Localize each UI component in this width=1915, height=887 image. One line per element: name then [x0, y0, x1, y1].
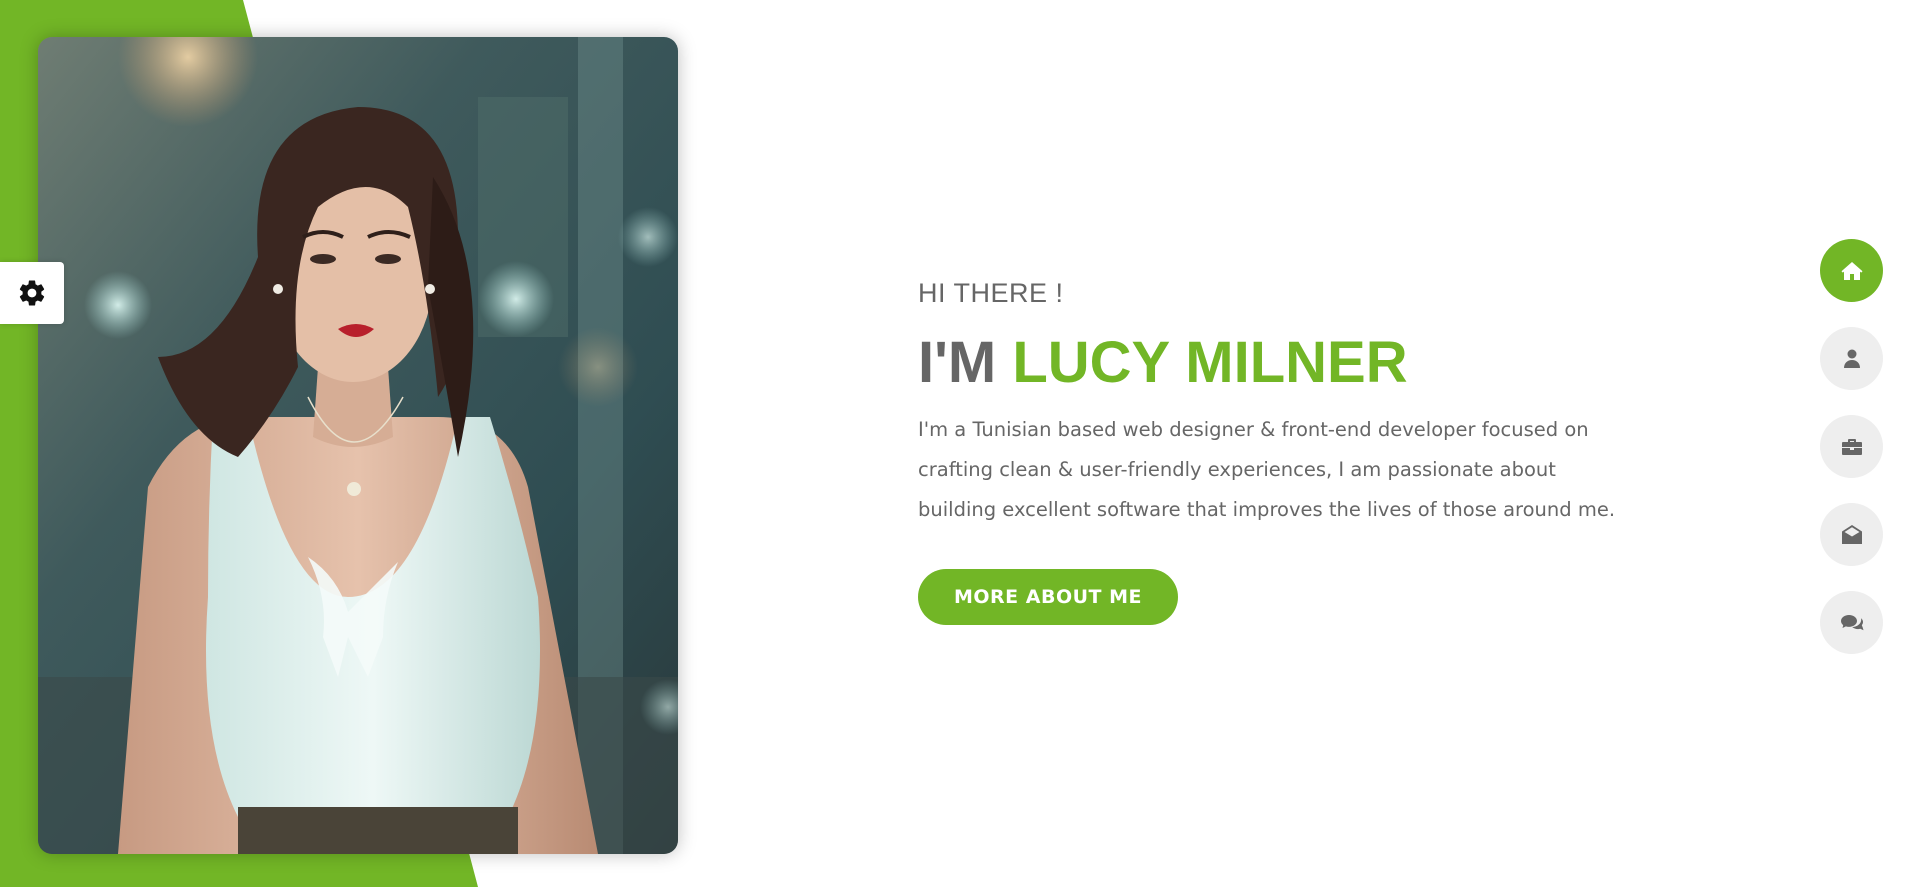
nav-portfolio-button[interactable] — [1820, 415, 1883, 478]
more-about-me-button[interactable]: MORE ABOUT ME — [918, 569, 1178, 625]
gear-icon — [19, 280, 45, 306]
portrait-illustration — [38, 37, 678, 854]
greeting-text: HI THERE ! — [918, 278, 1064, 308]
side-navigation — [1820, 239, 1883, 654]
page-title: I'M LUCY MILNER — [918, 328, 1618, 398]
intro-description: I'm a Tunisian based web designer & fron… — [918, 418, 1616, 521]
title-name: LUCY MILNER — [1012, 330, 1408, 395]
settings-toggle-button[interactable] — [0, 262, 64, 324]
hero-section: HI THERE ! I'M LUCY MILNER I'm a Tunisia… — [918, 278, 1618, 625]
portrait-image — [38, 37, 678, 854]
envelope-open-icon — [1841, 524, 1862, 544]
title-prefix: I'M — [918, 330, 1013, 395]
nav-home-button[interactable] — [1820, 239, 1883, 302]
home-icon — [1841, 261, 1862, 280]
briefcase-icon — [1841, 438, 1862, 455]
page: HI THERE ! I'M LUCY MILNER I'm a Tunisia… — [0, 0, 1915, 887]
nav-about-button[interactable] — [1820, 327, 1883, 390]
nav-blog-button[interactable] — [1820, 591, 1883, 654]
nav-contact-button[interactable] — [1820, 503, 1883, 566]
user-icon — [1843, 349, 1860, 368]
comments-icon — [1840, 614, 1863, 630]
